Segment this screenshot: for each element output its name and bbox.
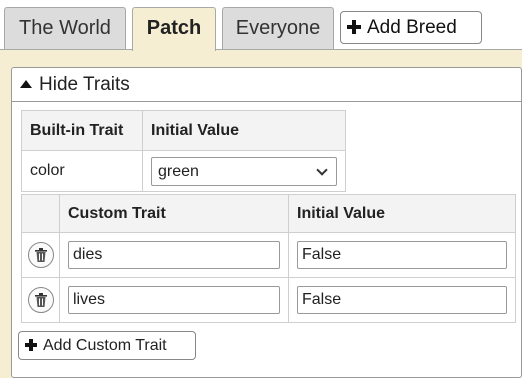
builtin-traits-table: Built-in Trait Initial Value color green xyxy=(21,110,346,192)
builtin-trait-header: Built-in Trait xyxy=(21,110,143,151)
trash-icon xyxy=(35,293,47,307)
triangle-up-icon xyxy=(20,80,32,88)
hide-traits-toggle[interactable]: Hide Traits xyxy=(12,68,521,102)
add-breed-button[interactable]: Add Breed xyxy=(340,11,482,44)
delete-trait-button[interactable] xyxy=(28,242,54,268)
custom-trait-value-input[interactable] xyxy=(297,241,507,269)
table-row xyxy=(21,277,516,323)
custom-trait-name-input[interactable] xyxy=(68,241,280,269)
tab-everyone[interactable]: Everyone xyxy=(222,7,334,49)
tab-patch[interactable]: Patch xyxy=(132,7,216,51)
add-breed-label: Add Breed xyxy=(367,17,457,38)
builtin-trait-name: color xyxy=(21,150,143,192)
trash-icon xyxy=(35,248,47,262)
color-select-value: green xyxy=(158,162,199,180)
delete-trait-button[interactable] xyxy=(28,287,54,313)
custom-trait-name-input[interactable] xyxy=(68,286,280,314)
chevron-down-icon xyxy=(316,163,328,176)
plus-icon xyxy=(347,20,361,34)
builtin-initial-value-header: Initial Value xyxy=(142,110,346,151)
custom-trait-value-input[interactable] xyxy=(297,286,507,314)
custom-initial-value-header: Initial Value xyxy=(288,194,516,233)
tab-the-world[interactable]: The World xyxy=(4,7,126,49)
add-custom-trait-label: Add Custom Trait xyxy=(43,337,167,354)
hide-traits-label: Hide Traits xyxy=(39,74,130,95)
add-custom-trait-button[interactable]: Add Custom Trait xyxy=(18,331,196,360)
table-row xyxy=(21,232,516,278)
delete-column-header xyxy=(21,194,60,233)
table-row: color green xyxy=(21,150,346,192)
custom-traits-table: Custom Trait Initial Value xyxy=(21,194,516,323)
plus-icon xyxy=(25,339,37,351)
custom-trait-header: Custom Trait xyxy=(59,194,289,233)
color-select[interactable]: green xyxy=(151,156,337,186)
tab-bar: The World Patch Everyone Add Breed xyxy=(0,0,522,51)
